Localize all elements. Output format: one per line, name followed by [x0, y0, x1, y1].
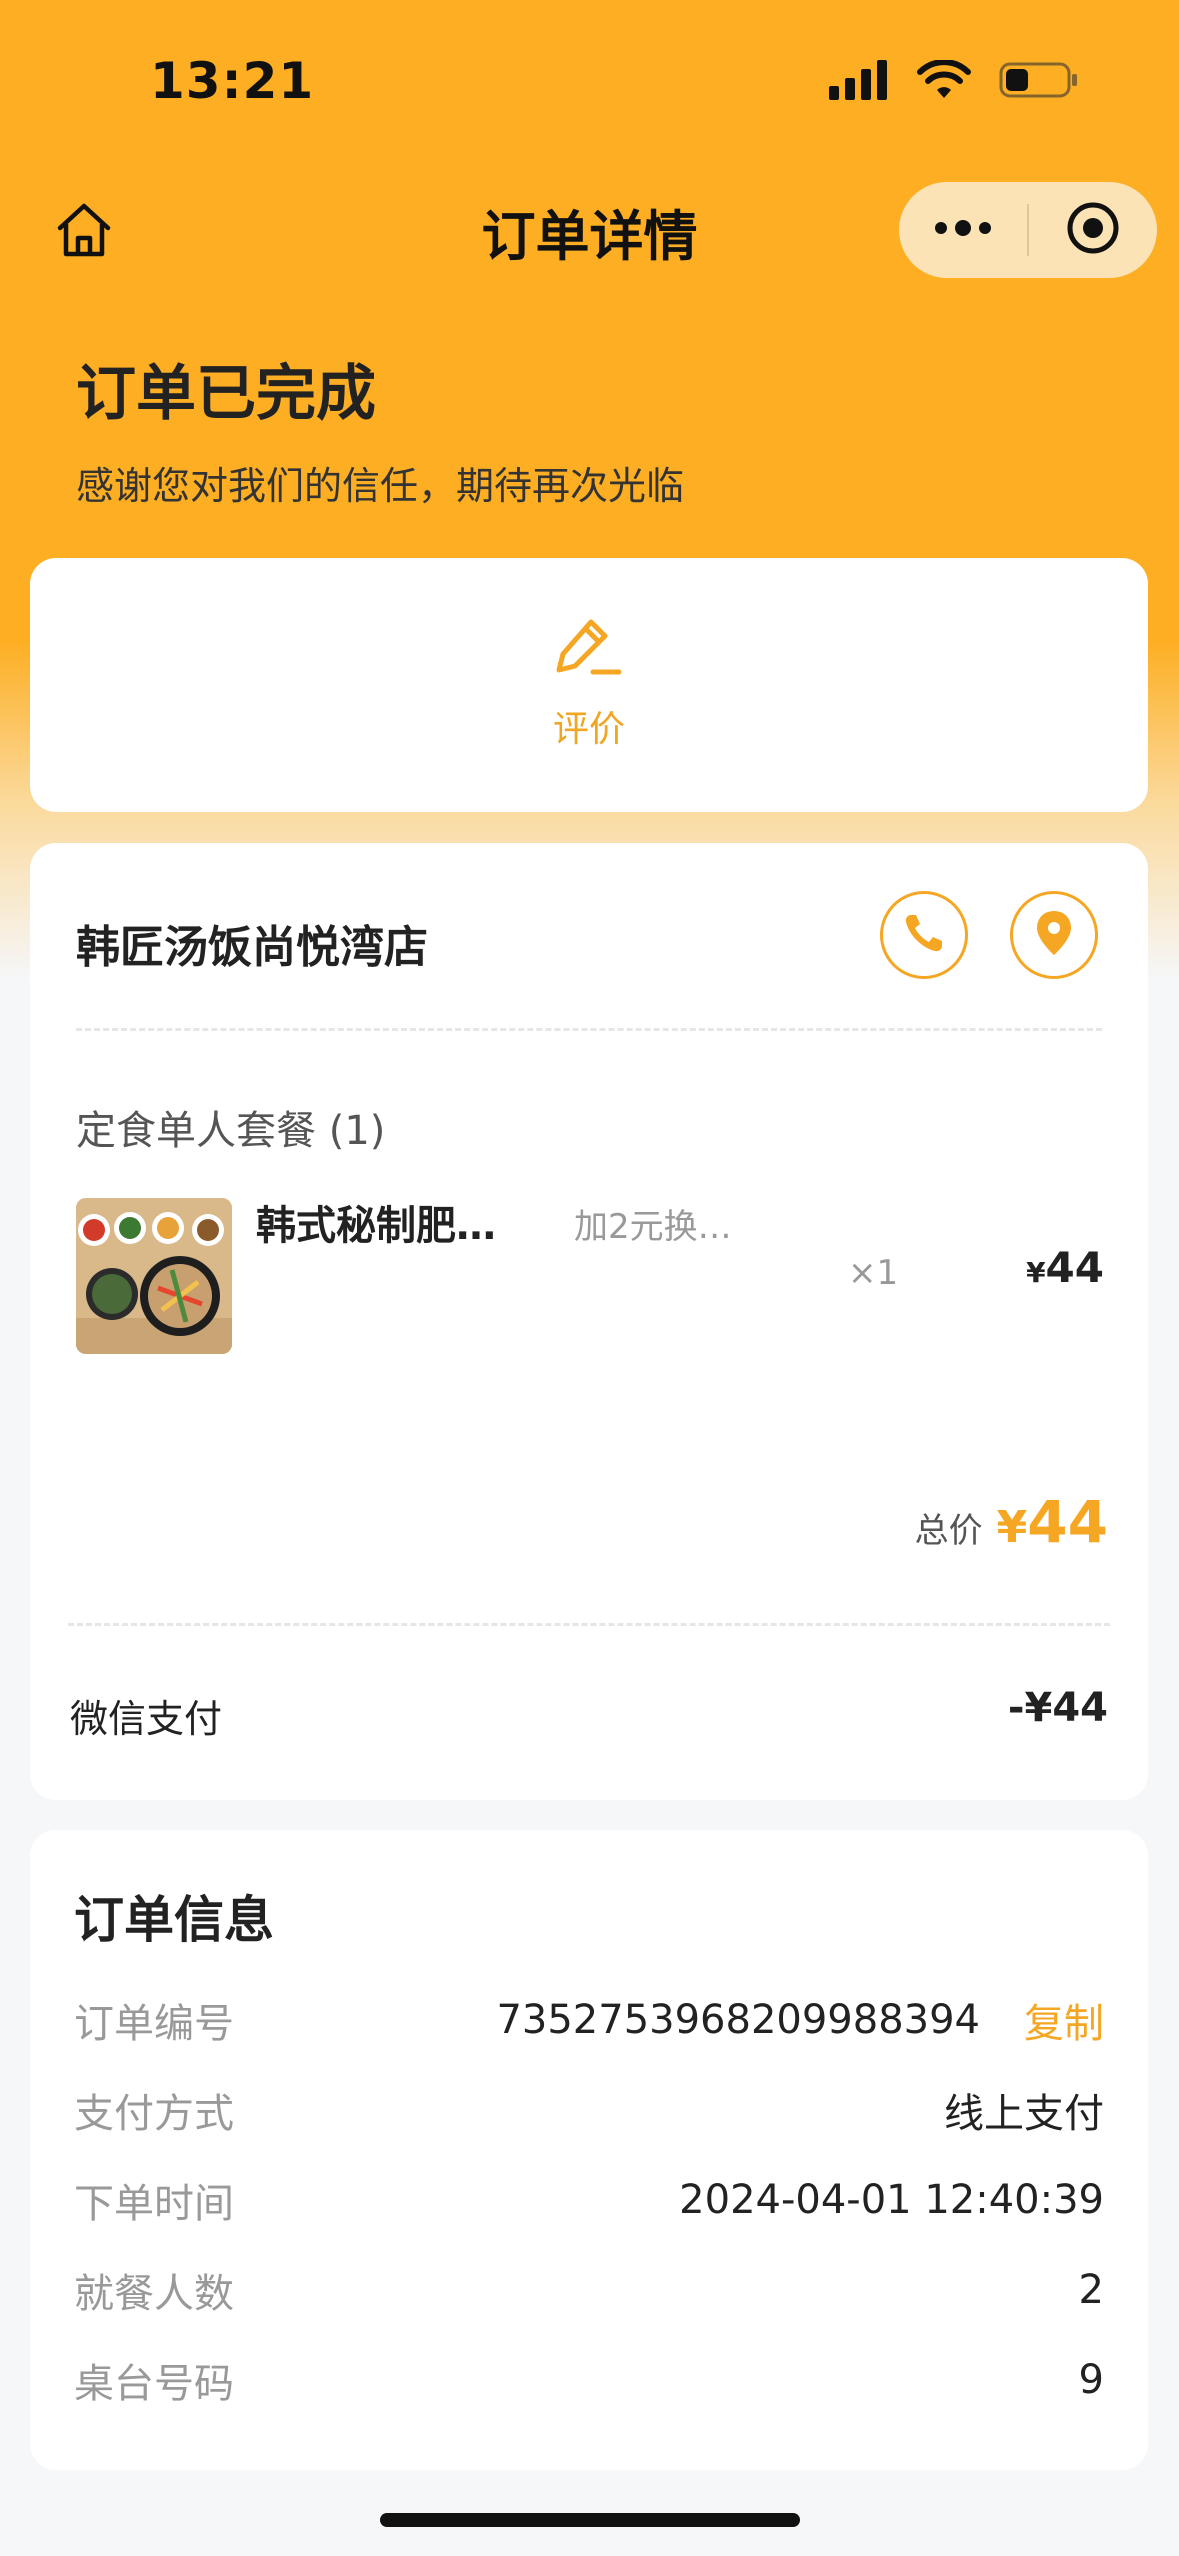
item-quantity: ×1	[848, 1253, 899, 1293]
order-card: 韩匠汤饭尚悦湾店 定食单人套餐 (1) 韩式秘制肥… 加2元换… ×1 ¥44 …	[30, 843, 1148, 1800]
divider	[68, 1623, 1110, 1626]
phone-icon	[902, 911, 946, 959]
target-icon	[1065, 200, 1121, 260]
home-indicator[interactable]	[380, 2513, 800, 2527]
edit-icon	[553, 616, 625, 686]
order-time-value: 2024-04-01 12:40:39	[679, 2177, 1104, 2223]
status-bar: 13:21	[0, 0, 1179, 170]
order-info-title: 订单信息	[74, 1891, 274, 1949]
diners-value: 2	[1078, 2267, 1104, 2313]
status-icons	[829, 59, 1079, 104]
status-time: 13:21	[150, 52, 315, 110]
item-option: 加2元换…	[574, 1207, 732, 1247]
order-time-row: 下单时间 2024-04-01 12:40:39	[74, 2170, 1104, 2230]
table-number-row: 桌台号码 9	[74, 2350, 1104, 2410]
more-button[interactable]	[899, 182, 1027, 278]
call-shop-button[interactable]	[880, 891, 968, 979]
total-label: 总价	[914, 1511, 983, 1551]
battery-icon	[999, 60, 1079, 104]
currency-symbol: ¥	[1026, 1256, 1046, 1289]
order-total: 总价 ¥44	[915, 1488, 1108, 1556]
table-number-value: 9	[1078, 2357, 1104, 2403]
payment-method-label: 微信支付	[70, 1697, 223, 1741]
close-mini-program-button[interactable]	[1029, 182, 1157, 278]
signal-icon	[829, 60, 889, 104]
order-number-row: 订单编号 7352753968209988394 复制	[74, 1990, 1104, 2050]
item-price: ¥44	[1026, 1243, 1104, 1292]
payment-amount: -¥44	[1008, 1685, 1108, 1731]
order-number-value: 7352753968209988394	[496, 1997, 980, 2043]
total-amount: 44	[1027, 1488, 1108, 1556]
payment-method-label: 支付方式	[74, 2091, 234, 2137]
review-card: 评价	[30, 558, 1148, 812]
more-icon	[933, 220, 993, 240]
order-number-label: 订单编号	[74, 2001, 234, 2047]
location-icon	[1034, 909, 1074, 961]
order-time-label: 下单时间	[74, 2181, 234, 2227]
divider	[76, 1028, 1102, 1031]
set-meal-title: 定食单人套餐 (1)	[76, 1108, 386, 1154]
item-price-value: 44	[1045, 1243, 1104, 1292]
shop-location-button[interactable]	[1010, 891, 1098, 979]
order-status-subtitle: 感谢您对我们的信任，期待再次光临	[76, 464, 685, 508]
wifi-icon	[917, 59, 971, 104]
table-number-label: 桌台号码	[74, 2361, 234, 2407]
shop-name: 韩匠汤饭尚悦湾店	[76, 922, 428, 973]
item-image	[76, 1198, 232, 1354]
payment-amount-value: 44	[1052, 1685, 1108, 1731]
total-value: ¥44	[997, 1488, 1108, 1556]
diners-label: 就餐人数	[74, 2271, 234, 2317]
payment-amount-prefix: -¥	[1007, 1685, 1053, 1731]
item-name: 韩式秘制肥…	[256, 1203, 496, 1249]
order-status-title: 订单已完成	[76, 359, 376, 429]
review-button[interactable]: 评价	[30, 616, 1148, 752]
diners-row: 就餐人数 2	[74, 2260, 1104, 2320]
payment-method-value: 线上支付	[944, 2091, 1104, 2137]
order-info-card: 订单信息 订单编号 7352753968209988394 复制 支付方式 线上…	[30, 1830, 1148, 2470]
copy-order-number-button[interactable]: 复制	[1024, 1991, 1104, 2049]
total-currency: ¥	[996, 1502, 1028, 1553]
review-label: 评价	[552, 709, 625, 750]
mini-program-capsule	[899, 182, 1157, 278]
nav-bar: 订单详情	[0, 170, 1179, 290]
payment-method-row: 支付方式 线上支付	[74, 2080, 1104, 2140]
